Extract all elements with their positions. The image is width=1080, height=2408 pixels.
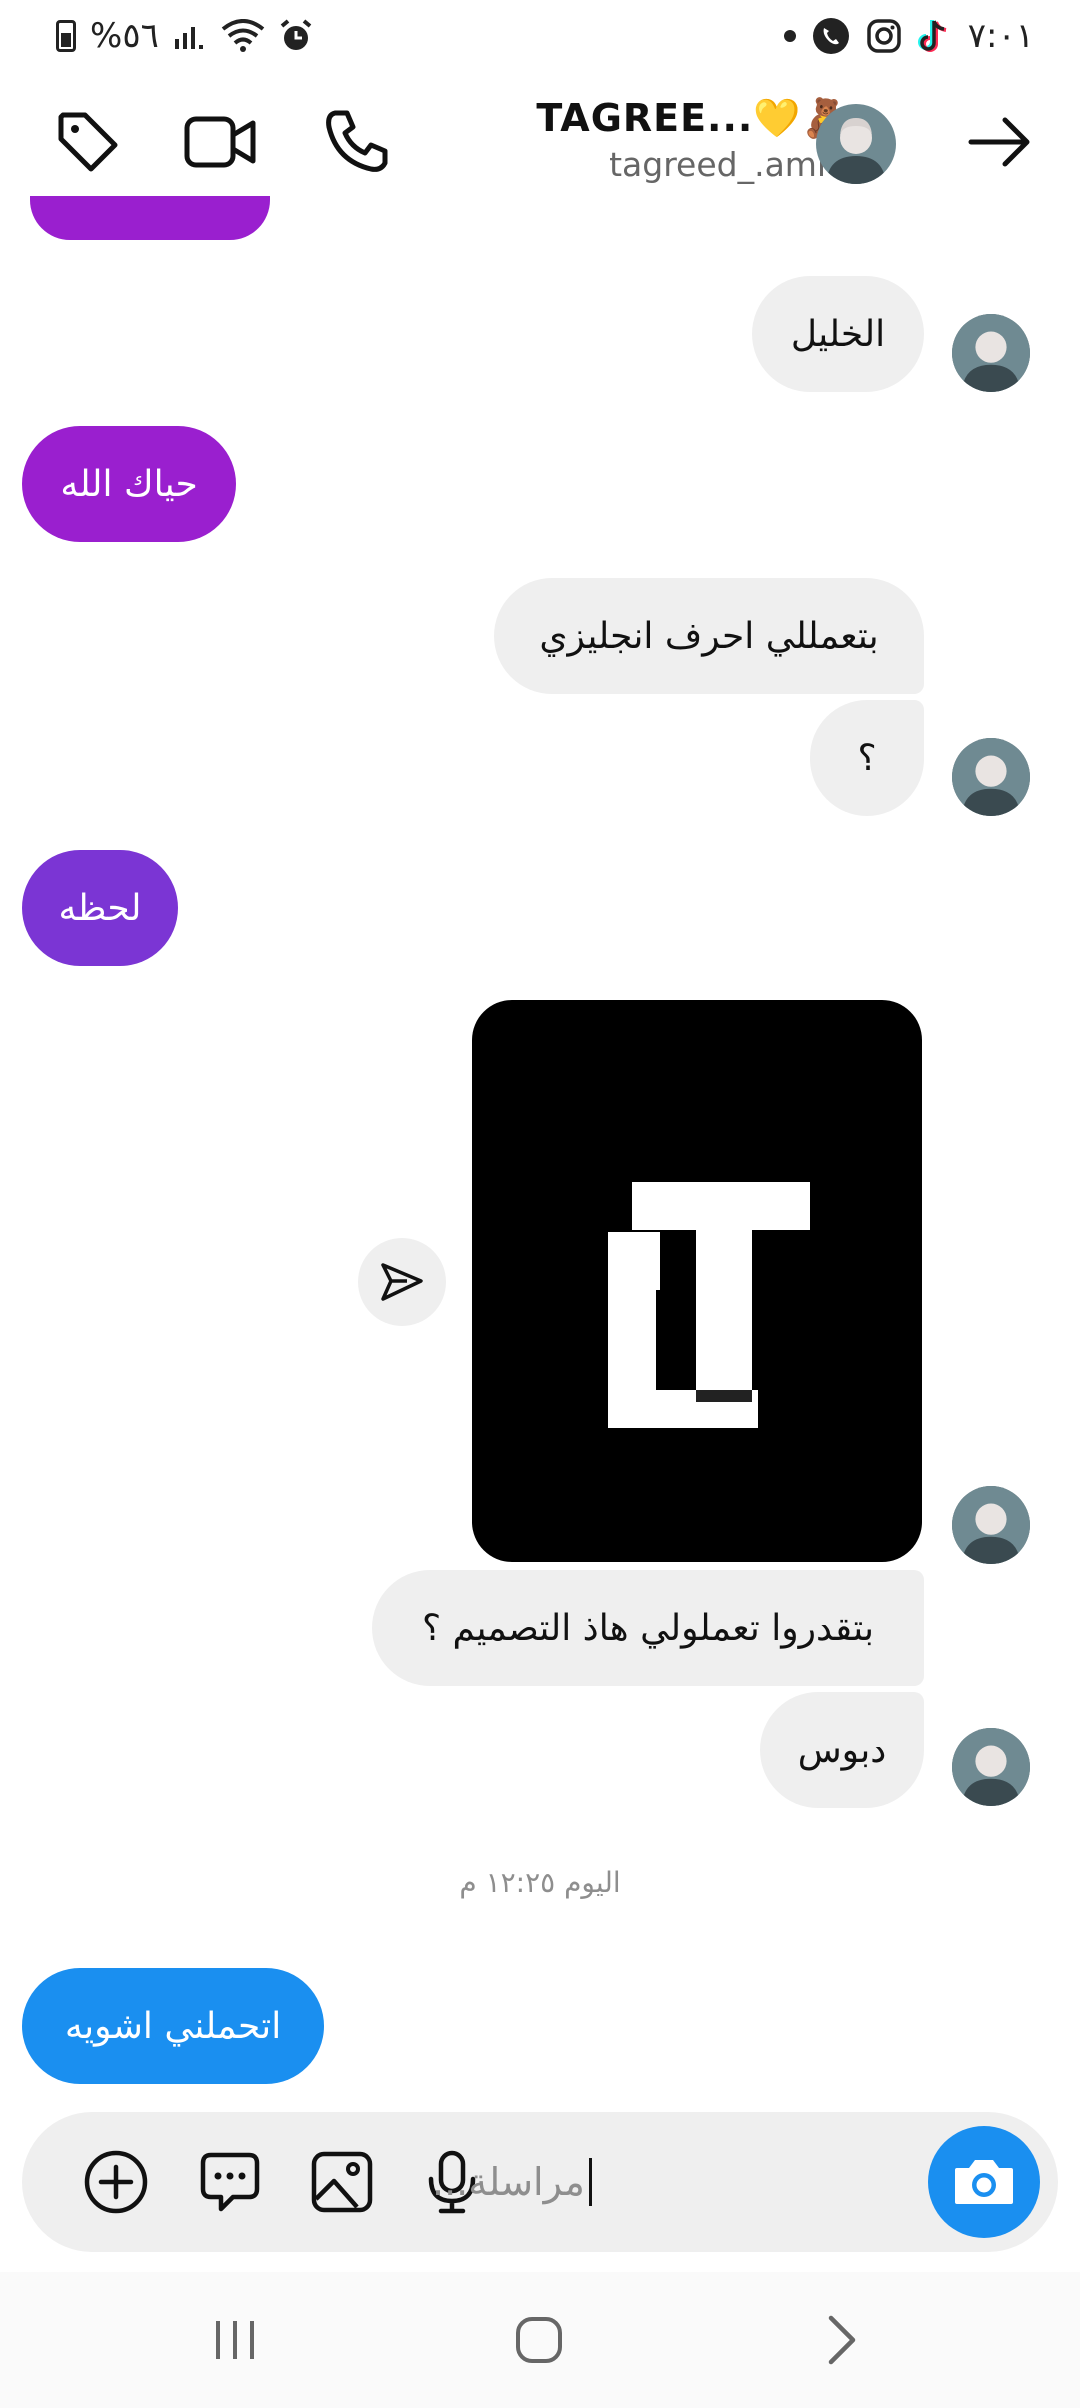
clock: ٧:٠١ bbox=[967, 16, 1034, 56]
status-left: %٥٦ bbox=[56, 14, 313, 58]
status-right: ٧:٠١ bbox=[783, 14, 1034, 58]
cropped-outgoing-bubble bbox=[30, 196, 270, 240]
message-bubble-outgoing[interactable]: لحظه bbox=[22, 850, 178, 966]
battery-percent: %٥٦ bbox=[90, 16, 159, 56]
sticker-button[interactable] bbox=[186, 2138, 274, 2226]
sender-avatar[interactable] bbox=[952, 1486, 1030, 1564]
tag-icon bbox=[58, 112, 118, 172]
status-bar: %٥٦ ٧:٠١ bbox=[0, 0, 1080, 72]
battery-icon bbox=[56, 20, 76, 52]
image-message[interactable] bbox=[472, 1000, 922, 1562]
camera-button[interactable] bbox=[928, 2126, 1040, 2238]
arrow-right-icon bbox=[968, 117, 1030, 167]
message-bubble-incoming[interactable]: بتعمللي احرف انجليزي bbox=[494, 578, 924, 694]
recent-apps-button[interactable] bbox=[200, 2310, 270, 2370]
home-button[interactable] bbox=[504, 2310, 574, 2370]
message-bubble-incoming[interactable]: بتقدروا تعملولي هاذ التصميم ؟ bbox=[372, 1570, 924, 1686]
contact-username: tagreed_.amro bbox=[609, 145, 850, 184]
message-bubble-outgoing[interactable]: اتحملني اشويه bbox=[22, 1968, 324, 2084]
lt-logo-image bbox=[608, 1182, 810, 1428]
system-navigation-bar bbox=[0, 2272, 1080, 2408]
gallery-button[interactable] bbox=[298, 2138, 386, 2226]
chat-bubble-icon bbox=[200, 2152, 260, 2212]
plus-circle-icon bbox=[84, 2150, 148, 2214]
message-timestamp: اليوم ١٢:٢٥ م bbox=[459, 1866, 621, 1899]
back-button[interactable] bbox=[960, 102, 1040, 182]
video-call-button[interactable] bbox=[180, 102, 260, 182]
message-bubble-incoming[interactable]: دبوس bbox=[760, 1692, 924, 1808]
back-nav-button[interactable] bbox=[806, 2310, 876, 2370]
sender-avatar[interactable] bbox=[952, 1728, 1030, 1806]
message-input[interactable]: مراسلة... bbox=[432, 2144, 912, 2220]
add-button[interactable] bbox=[72, 2138, 160, 2226]
dm-thread-screen: %٥٦ ٧:٠١ TAGREE...💛🧸 tagreed_.amro الخلي… bbox=[0, 0, 1080, 2408]
image-icon bbox=[311, 2151, 373, 2213]
tag-button[interactable] bbox=[48, 102, 128, 182]
message-bubble-incoming[interactable]: الخليل bbox=[752, 276, 924, 392]
message-input-placeholder: مراسلة... bbox=[432, 2160, 585, 2204]
wifi-icon bbox=[221, 19, 265, 52]
home-icon bbox=[516, 2317, 562, 2363]
contact-display-name: TAGREE...💛🧸 bbox=[536, 96, 850, 140]
notification-dot-icon bbox=[783, 30, 796, 42]
sender-avatar[interactable] bbox=[952, 738, 1030, 816]
phone-notification-icon bbox=[812, 18, 849, 54]
message-bubble-incoming[interactable]: ؟ bbox=[810, 700, 924, 816]
voice-call-button[interactable] bbox=[316, 102, 396, 182]
header-avatar[interactable] bbox=[816, 104, 896, 184]
send-icon bbox=[381, 1263, 423, 1301]
text-caret bbox=[588, 2158, 592, 2206]
share-button[interactable] bbox=[358, 1238, 446, 1326]
signal-icon bbox=[174, 27, 203, 49]
phone-icon bbox=[326, 110, 388, 172]
message-bubble-outgoing[interactable]: حياك الله bbox=[22, 426, 236, 542]
camera-icon bbox=[955, 2160, 1013, 2204]
alarm-icon bbox=[280, 19, 312, 50]
instagram-notification-icon bbox=[867, 19, 901, 53]
video-camera-icon bbox=[184, 116, 256, 168]
thread-title[interactable]: TAGREE...💛🧸 tagreed_.amro bbox=[536, 96, 850, 184]
recent-apps-icon bbox=[216, 2321, 254, 2359]
sender-avatar[interactable] bbox=[952, 314, 1030, 392]
chevron-right-icon bbox=[828, 2315, 856, 2365]
tiktok-notification-icon bbox=[917, 20, 947, 52]
message-composer: مراسلة... bbox=[22, 2112, 1058, 2252]
